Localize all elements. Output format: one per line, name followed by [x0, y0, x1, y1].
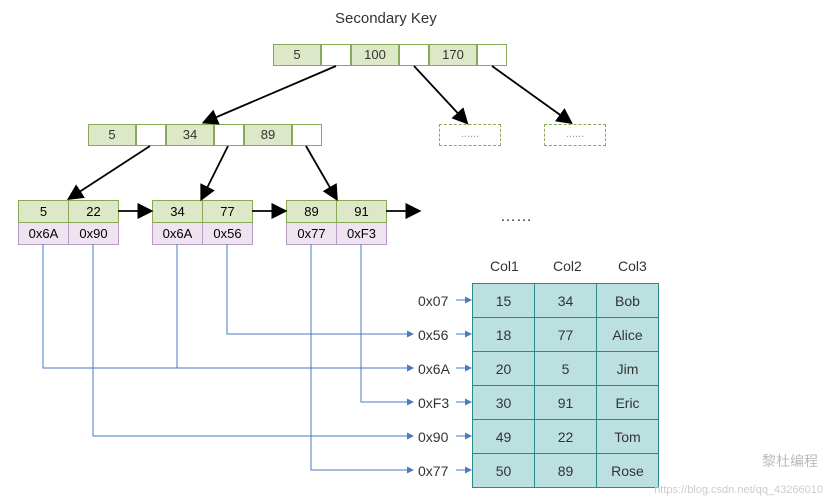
leaf-addr: 0x90 — [69, 223, 119, 245]
connectors-layer — [0, 0, 833, 501]
ellipsis: …… — [500, 208, 532, 226]
leaf-key: 22 — [69, 201, 119, 223]
table-cell: 15 — [473, 284, 535, 318]
table-cell: 50 — [473, 454, 535, 488]
leaf-addr: 0x6A — [153, 223, 203, 245]
addr-label: 0x07 — [418, 293, 448, 309]
table-cell: 91 — [535, 386, 597, 420]
leaf-key: 5 — [19, 201, 69, 223]
mid-cell-1: 34 — [166, 124, 214, 146]
leaf-key: 34 — [153, 201, 203, 223]
table-cell: Jim — [597, 352, 659, 386]
table-row: 1534Bob — [473, 284, 659, 318]
col-header: Col2 — [553, 258, 582, 274]
root-ptr-0 — [321, 44, 351, 66]
diagram-title: Secondary Key — [335, 10, 437, 27]
table-cell: Tom — [597, 420, 659, 454]
root-cell-0: 5 — [273, 44, 321, 66]
table-cell: Bob — [597, 284, 659, 318]
col-header: Col1 — [490, 258, 519, 274]
table-cell: 34 — [535, 284, 597, 318]
table-row: 4922Tom — [473, 420, 659, 454]
table-row: 5089Rose — [473, 454, 659, 488]
root-cell-1: 100 — [351, 44, 399, 66]
addr-label: 0x90 — [418, 429, 448, 445]
dashed-box-0: ...... — [439, 124, 501, 146]
mid-ptr-1 — [214, 124, 244, 146]
table-cell: Alice — [597, 318, 659, 352]
leaf-addr: 0x77 — [287, 223, 337, 245]
table-cell: Rose — [597, 454, 659, 488]
table-cell: 5 — [535, 352, 597, 386]
data-table: 1534Bob 1877Alice 205Jim 3091Eric 4922To… — [472, 283, 659, 488]
mid-cell-2: 89 — [244, 124, 292, 146]
root-ptr-2 — [477, 44, 507, 66]
table-cell: 89 — [535, 454, 597, 488]
table-cell: 20 — [473, 352, 535, 386]
dashed-box-1: ...... — [544, 124, 606, 146]
table-cell: 22 — [535, 420, 597, 454]
table-row: 205Jim — [473, 352, 659, 386]
addr-label: 0x56 — [418, 327, 448, 343]
table-cell: Eric — [597, 386, 659, 420]
leaf-key: 89 — [287, 201, 337, 223]
mid-ptr-0 — [136, 124, 166, 146]
leaf-node-0: 522 0x6A0x90 — [18, 200, 119, 245]
mid-ptr-2 — [292, 124, 322, 146]
root-ptr-1 — [399, 44, 429, 66]
table-cell: 18 — [473, 318, 535, 352]
leaf-addr: 0x56 — [203, 223, 253, 245]
leaf-node-2: 8991 0x770xF3 — [286, 200, 387, 245]
addr-label: 0x6A — [418, 361, 450, 377]
watermark-brand: 黎杜编程 — [762, 451, 818, 471]
addr-label: 0x77 — [418, 463, 448, 479]
table-row: 1877Alice — [473, 318, 659, 352]
leaf-addr: 0x6A — [19, 223, 69, 245]
table-cell: 49 — [473, 420, 535, 454]
table-cell: 30 — [473, 386, 535, 420]
leaf-key: 91 — [337, 201, 387, 223]
table-cell: 77 — [535, 318, 597, 352]
watermark-url: https://blog.csdn.net/qq_43266010 — [654, 484, 823, 496]
mid-cell-0: 5 — [88, 124, 136, 146]
table-row: 3091Eric — [473, 386, 659, 420]
col-header: Col3 — [618, 258, 647, 274]
mid-node: 5 34 89 — [88, 124, 322, 146]
leaf-key: 77 — [203, 201, 253, 223]
root-cell-2: 170 — [429, 44, 477, 66]
root-node: 5 100 170 — [273, 44, 507, 66]
leaf-node-1: 3477 0x6A0x56 — [152, 200, 253, 245]
leaf-addr: 0xF3 — [337, 223, 387, 245]
addr-label: 0xF3 — [418, 395, 449, 411]
